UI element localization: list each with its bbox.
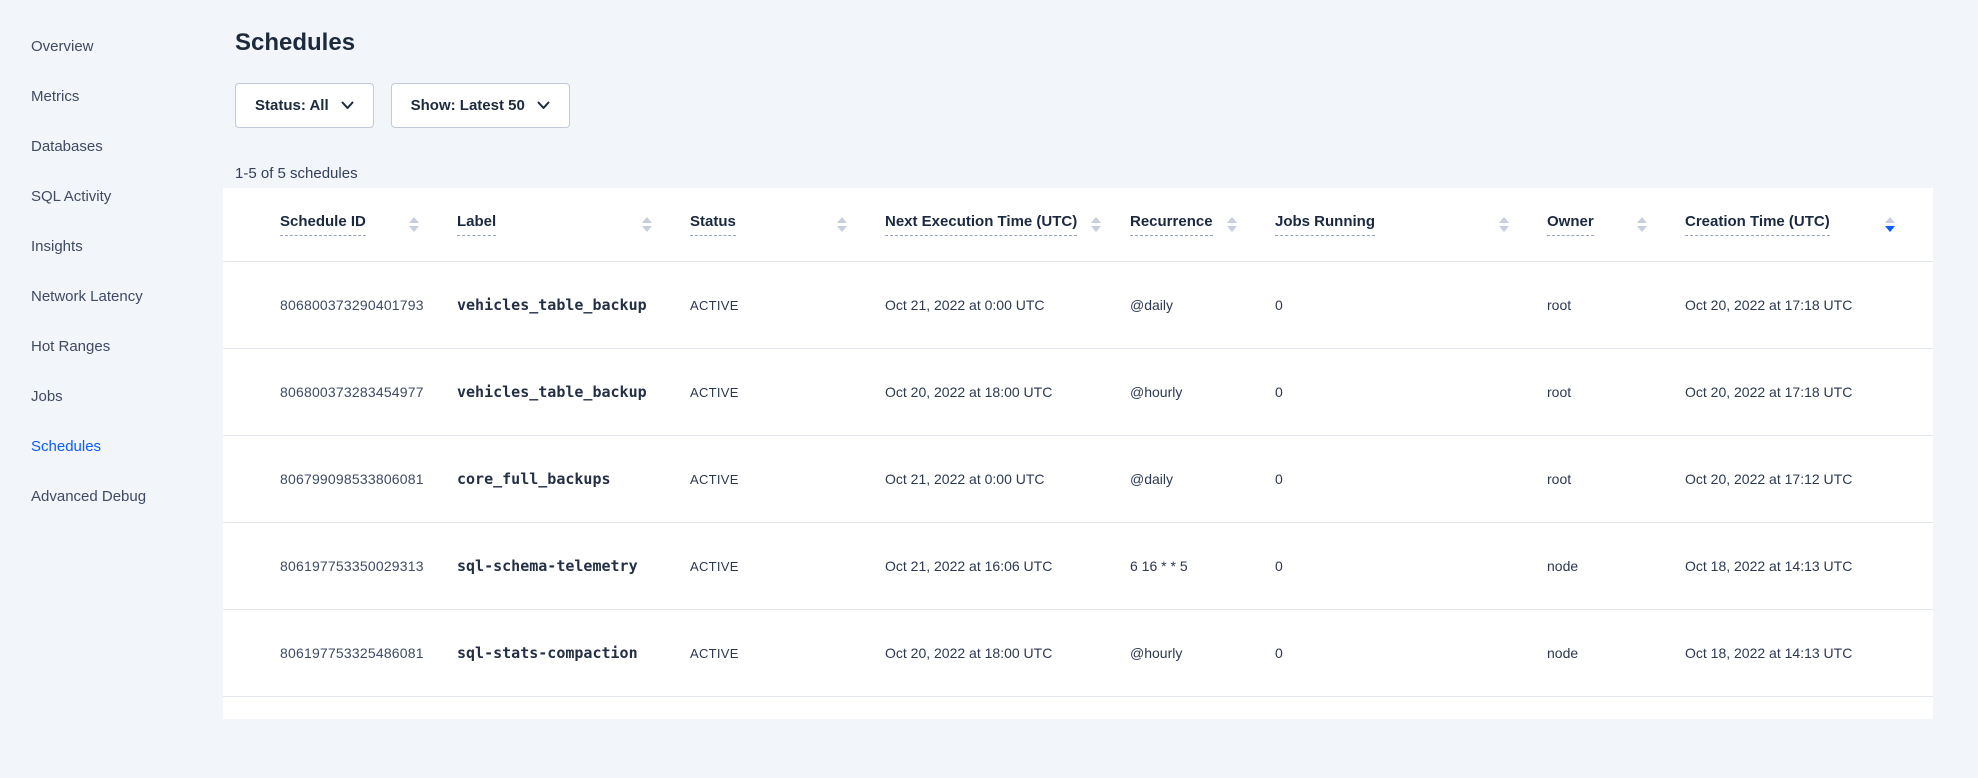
schedule-status-cell: ACTIVE	[690, 646, 885, 661]
status-filter-label: Status: All	[255, 97, 329, 114]
creation-time-cell: Oct 20, 2022 at 17:18 UTC	[1685, 384, 1933, 400]
schedules-page: Schedules Status: All Show: Latest 50 1-…	[223, 0, 1933, 719]
schedule-status-cell: ACTIVE	[690, 385, 885, 400]
jobs-running-cell: 0	[1275, 471, 1547, 487]
sort-icon[interactable]	[837, 217, 847, 232]
table-row[interactable]: 806800373283454977 vehicles_table_backup…	[223, 348, 1933, 435]
column-header-label: Next Execution Time (UTC)	[885, 213, 1077, 236]
table-body: 806800373290401793 vehicles_table_backup…	[223, 261, 1933, 697]
schedule-label-cell: sql-schema-telemetry	[457, 557, 690, 575]
schedule-status-cell: ACTIVE	[690, 472, 885, 487]
schedule-status-cell: ACTIVE	[690, 559, 885, 574]
owner-cell: root	[1547, 297, 1685, 313]
next-execution-time-cell: Oct 21, 2022 at 0:00 UTC	[885, 297, 1130, 313]
table-row[interactable]: 806197753350029313 sql-schema-telemetry …	[223, 522, 1933, 609]
column-header[interactable]: Recurrence	[1130, 213, 1275, 236]
show-filter-dropdown[interactable]: Show: Latest 50	[391, 83, 570, 128]
column-header-label: Status	[690, 213, 736, 236]
table-row[interactable]: 806800373290401793 vehicles_table_backup…	[223, 261, 1933, 348]
sidebar-item[interactable]: Advanced Debug	[0, 472, 223, 522]
chevron-down-icon	[537, 101, 550, 110]
recurrence-cell: @hourly	[1130, 645, 1275, 661]
recurrence-cell: @hourly	[1130, 384, 1275, 400]
recurrence-cell: 6 16 * * 5	[1130, 558, 1275, 574]
sort-icon[interactable]	[1091, 217, 1101, 232]
sidebar-item[interactable]: Network Latency	[0, 272, 223, 322]
schedules-table: Schedule ID Label Status	[223, 188, 1933, 719]
creation-time-cell: Oct 20, 2022 at 17:12 UTC	[1685, 471, 1933, 487]
owner-cell: root	[1547, 384, 1685, 400]
next-execution-time-cell: Oct 20, 2022 at 18:00 UTC	[885, 384, 1130, 400]
schedule-id-cell: 806800373283454977	[223, 384, 457, 400]
jobs-running-cell: 0	[1275, 645, 1547, 661]
next-execution-time-cell: Oct 20, 2022 at 18:00 UTC	[885, 645, 1130, 661]
schedule-label-cell: core_full_backups	[457, 470, 690, 488]
sort-icon[interactable]	[642, 217, 652, 232]
filter-bar: Status: All Show: Latest 50	[223, 83, 1933, 128]
schedule-label-cell: vehicles_table_backup	[457, 383, 690, 401]
column-header[interactable]: Jobs Running	[1275, 213, 1547, 236]
show-filter-label: Show: Latest 50	[411, 97, 525, 114]
sidebar-item[interactable]: Overview	[0, 22, 223, 72]
creation-time-cell: Oct 18, 2022 at 14:13 UTC	[1685, 645, 1933, 661]
sort-icon[interactable]	[1885, 217, 1895, 232]
jobs-running-cell: 0	[1275, 558, 1547, 574]
page-title: Schedules	[223, 27, 1933, 59]
sidebar-item[interactable]: Schedules	[0, 422, 223, 472]
sidebar-item[interactable]: Databases	[0, 122, 223, 172]
schedule-id-cell: 806800373290401793	[223, 297, 457, 313]
recurrence-cell: @daily	[1130, 471, 1275, 487]
sidebar-item[interactable]: Jobs	[0, 372, 223, 422]
sort-icon[interactable]	[1227, 217, 1237, 232]
table-header-row: Schedule ID Label Status	[223, 188, 1933, 261]
column-header-label: Label	[457, 213, 496, 236]
creation-time-cell: Oct 20, 2022 at 17:18 UTC	[1685, 297, 1933, 313]
owner-cell: node	[1547, 558, 1685, 574]
next-execution-time-cell: Oct 21, 2022 at 16:06 UTC	[885, 558, 1130, 574]
column-header-label: Recurrence	[1130, 213, 1213, 236]
column-header[interactable]: Creation Time (UTC)	[1685, 213, 1933, 236]
schedule-id-cell: 806197753350029313	[223, 558, 457, 574]
sort-icon[interactable]	[1637, 217, 1647, 232]
results-count: 1-5 of 5 schedules	[223, 164, 1933, 184]
schedule-label-cell: sql-stats-compaction	[457, 644, 690, 662]
schedule-id-cell: 806799098533806081	[223, 471, 457, 487]
recurrence-cell: @daily	[1130, 297, 1275, 313]
sidebar: Overview Metrics Databases SQL Activity …	[0, 0, 223, 778]
column-header-label: Creation Time (UTC)	[1685, 213, 1830, 236]
column-header[interactable]: Status	[690, 213, 885, 236]
owner-cell: node	[1547, 645, 1685, 661]
sidebar-item[interactable]: Insights	[0, 222, 223, 272]
column-header[interactable]: Schedule ID	[223, 213, 457, 236]
chevron-down-icon	[341, 101, 354, 110]
sidebar-item[interactable]: Metrics	[0, 72, 223, 122]
owner-cell: root	[1547, 471, 1685, 487]
sort-icon[interactable]	[409, 217, 419, 232]
column-header-label: Schedule ID	[280, 213, 366, 236]
table-row[interactable]: 806197753325486081 sql-stats-compaction …	[223, 609, 1933, 696]
column-header[interactable]: Owner	[1547, 213, 1685, 236]
jobs-running-cell: 0	[1275, 297, 1547, 313]
schedule-label-cell: vehicles_table_backup	[457, 296, 690, 314]
table-row[interactable]: 806799098533806081 core_full_backups ACT…	[223, 435, 1933, 522]
schedule-id-cell: 806197753325486081	[223, 645, 457, 661]
sort-icon[interactable]	[1499, 217, 1509, 232]
schedule-status-cell: ACTIVE	[690, 298, 885, 313]
creation-time-cell: Oct 18, 2022 at 14:13 UTC	[1685, 558, 1933, 574]
next-execution-time-cell: Oct 21, 2022 at 0:00 UTC	[885, 471, 1130, 487]
column-header[interactable]: Label	[457, 213, 690, 236]
column-header-label: Jobs Running	[1275, 213, 1375, 236]
status-filter-dropdown[interactable]: Status: All	[235, 83, 374, 128]
column-header[interactable]: Next Execution Time (UTC)	[885, 213, 1130, 236]
sidebar-item[interactable]: SQL Activity	[0, 172, 223, 222]
sidebar-item[interactable]: Hot Ranges	[0, 322, 223, 372]
jobs-running-cell: 0	[1275, 384, 1547, 400]
column-header-label: Owner	[1547, 213, 1594, 236]
